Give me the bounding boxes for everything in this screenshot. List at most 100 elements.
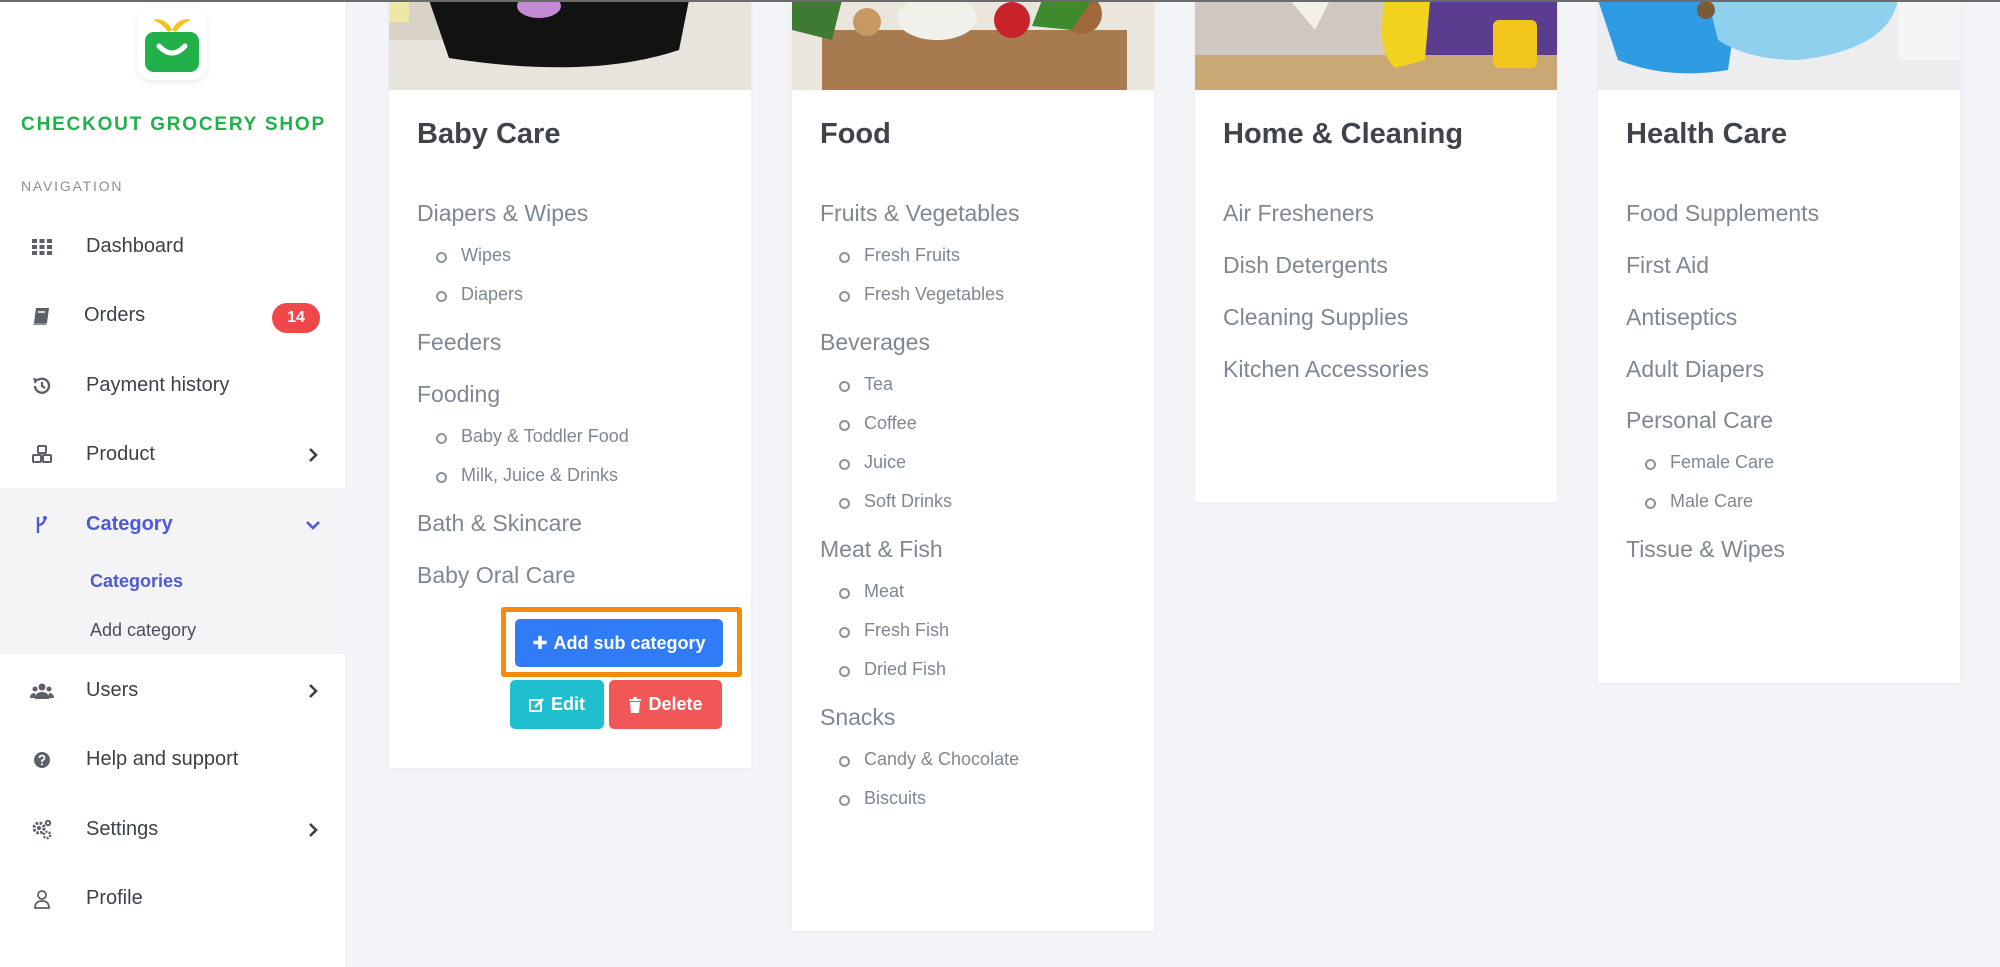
- sidebar-subitem-categories[interactable]: Categories: [90, 571, 183, 592]
- subcategory-baby-oral-care[interactable]: Baby Oral Care: [417, 562, 737, 589]
- subcategory-cleaning-supplies[interactable]: Cleaning Supplies: [1223, 304, 1543, 331]
- category-image: [792, 0, 1154, 90]
- subcategory-diapers-wipes[interactable]: Diapers & Wipes Wipes Diapers: [417, 200, 737, 304]
- child-category[interactable]: Male Care: [1644, 491, 1753, 512]
- subcategory-antiseptics[interactable]: Antiseptics: [1626, 304, 1946, 331]
- button-label: Edit: [551, 694, 585, 714]
- sidebar-item-label: Users: [86, 679, 139, 701]
- category-image: [1195, 0, 1557, 90]
- user-icon: [34, 890, 50, 909]
- subcategory-beverages[interactable]: Beverages Tea Coffee Juice Soft Drinks: [820, 329, 1140, 511]
- sidebar-item-category[interactable]: Category: [0, 496, 347, 554]
- child-category[interactable]: Dried Fish: [838, 659, 946, 680]
- subcategory-fooding[interactable]: Fooding Baby & Toddler Food Milk, Juice …: [417, 381, 737, 485]
- edit-button[interactable]: Edit: [510, 680, 604, 729]
- branch-icon: [36, 516, 47, 533]
- child-category[interactable]: Milk, Juice & Drinks: [435, 465, 618, 486]
- subcategory-bath-skincare[interactable]: Bath & Skincare: [417, 510, 737, 537]
- child-category[interactable]: Wipes: [435, 245, 511, 266]
- sidebar-item-help-support[interactable]: Help and support: [0, 731, 347, 789]
- book-icon: [33, 308, 49, 325]
- sidebar-item-orders[interactable]: Orders 14: [0, 287, 347, 345]
- subcategory-dish-detergents[interactable]: Dish Detergents: [1223, 252, 1543, 279]
- help-icon: [34, 752, 50, 768]
- subcategory-feeders[interactable]: Feeders: [417, 329, 737, 356]
- child-category[interactable]: Baby & Toddler Food: [436, 426, 629, 447]
- category-submenu-block: Category Categories Add category: [0, 488, 347, 654]
- add-sub-category-button[interactable]: ✚ Add sub category: [515, 619, 723, 667]
- child-category[interactable]: Fresh Fish: [838, 620, 949, 641]
- button-label: Add sub category: [553, 632, 706, 653]
- sidebar: CHECKOUT GROCERY SHOP NAVIGATION Dashboa…: [0, 0, 347, 967]
- boxes-icon: [32, 445, 52, 463]
- grid-icon: [32, 239, 52, 255]
- subcategory-kitchen-accessories[interactable]: Kitchen Accessories: [1223, 356, 1543, 383]
- subcategory-air-fresheners[interactable]: Air Fresheners: [1223, 200, 1543, 227]
- sidebar-item-label: Help and support: [86, 748, 239, 770]
- chevron-down-icon: [306, 521, 320, 530]
- subcategory-tissue-wipes[interactable]: Tissue & Wipes: [1626, 536, 1946, 563]
- card-title: Food: [820, 118, 891, 150]
- subcategory-food-supplements[interactable]: Food Supplements: [1626, 200, 1946, 227]
- button-label: Delete: [648, 694, 703, 714]
- subcategory-name: Diapers & Wipes: [417, 200, 589, 226]
- subcategory-name: Bath & Skincare: [417, 510, 582, 536]
- child-category[interactable]: Fresh Fruits: [838, 245, 960, 266]
- category-card-home-cleaning: Home & Cleaning Air Fresheners Dish Dete…: [1195, 0, 1557, 502]
- sidebar-item-label: Product: [86, 443, 155, 465]
- brand-name: CHECKOUT GROCERY SHOP: [21, 114, 326, 135]
- subcategory-meat-fish[interactable]: Meat & Fish Meat Fresh Fish Dried Fish: [820, 536, 1140, 679]
- chevron-right-icon: [309, 823, 318, 837]
- subcategory-snacks[interactable]: Snacks Candy & Chocolate Biscuits: [820, 704, 1140, 808]
- sidebar-item-dashboard[interactable]: Dashboard: [0, 218, 347, 276]
- orders-count-badge: 14: [272, 303, 320, 333]
- child-category[interactable]: Coffee: [839, 413, 917, 434]
- category-card-health-care: Health Care Food Supplements First Aid A…: [1598, 0, 1960, 683]
- subcategory-name: Food Supplements: [1626, 200, 1820, 226]
- subcategory-first-aid[interactable]: First Aid: [1626, 252, 1946, 279]
- shopping-bag-logo-icon: [145, 19, 199, 72]
- child-category[interactable]: Tea: [838, 374, 893, 395]
- child-category[interactable]: Fresh Vegetables: [838, 284, 1004, 305]
- sidebar-item-label: Profile: [86, 887, 143, 909]
- users-icon: [30, 683, 54, 699]
- sidebar-item-payment-history[interactable]: Payment history: [0, 357, 347, 415]
- subcategory-fruits-vegetables[interactable]: Fruits & Vegetables Fresh Fruits Fresh V…: [820, 200, 1140, 304]
- child-category[interactable]: Biscuits: [838, 788, 926, 809]
- sidebar-item-label: Orders: [84, 304, 146, 326]
- child-category[interactable]: Soft Drinks: [838, 491, 952, 512]
- subcategory-name: Snacks: [820, 704, 896, 730]
- child-category[interactable]: Meat: [838, 581, 904, 602]
- subcategory-name: Dish Detergents: [1223, 252, 1388, 278]
- subcategory-personal-care[interactable]: Personal Care Female Care Male Care: [1626, 407, 1946, 511]
- nav-heading: NAVIGATION: [21, 178, 124, 194]
- subcategory-name: Fruits & Vegetables: [820, 200, 1020, 226]
- chevron-right-icon: [309, 684, 318, 698]
- subcategory-name: Fooding: [417, 381, 501, 407]
- subcategory-name: Air Fresheners: [1223, 200, 1374, 226]
- sidebar-item-product[interactable]: Product: [0, 426, 347, 484]
- plus-icon: ✚: [532, 632, 548, 653]
- child-category[interactable]: Diapers: [435, 284, 523, 305]
- child-category[interactable]: Candy & Chocolate: [838, 749, 1019, 770]
- subcategory-name: Feeders: [417, 329, 502, 355]
- sidebar-item-profile[interactable]: Profile: [0, 870, 347, 928]
- subcategory-name: First Aid: [1626, 252, 1710, 278]
- sidebar-item-users[interactable]: Users: [0, 662, 347, 720]
- delete-button[interactable]: Delete: [609, 680, 722, 729]
- sidebar-item-settings[interactable]: Settings: [0, 801, 347, 859]
- card-title: Baby Care: [417, 118, 561, 150]
- child-category[interactable]: Juice: [838, 452, 906, 473]
- sidebar-subitem-add-category[interactable]: Add category: [90, 620, 196, 641]
- edit-icon: [529, 697, 544, 712]
- subcategory-name: Beverages: [820, 329, 930, 355]
- subcategory-name: Adult Diapers: [1626, 356, 1765, 382]
- subcategory-adult-diapers[interactable]: Adult Diapers: [1626, 356, 1946, 383]
- card-title: Health Care: [1626, 118, 1788, 150]
- logo[interactable]: [137, 8, 207, 80]
- child-category[interactable]: Female Care: [1644, 452, 1774, 473]
- category-card-food: Food Fruits & Vegetables Fresh Fruits Fr…: [792, 0, 1154, 931]
- chevron-right-icon: [309, 448, 318, 462]
- subcategory-name: Baby Oral Care: [417, 562, 576, 588]
- subcategory-name: Meat & Fish: [820, 536, 943, 562]
